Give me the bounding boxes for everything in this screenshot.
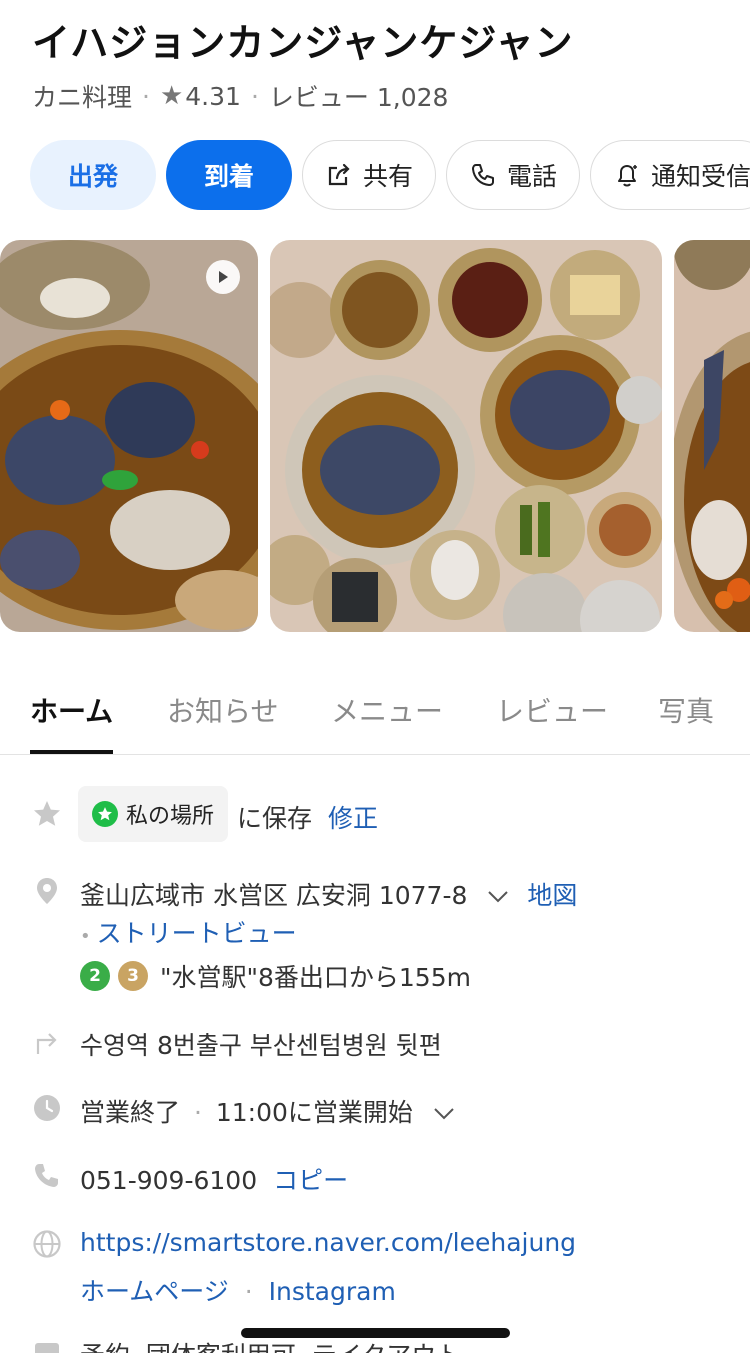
call-button[interactable]: 電話 [446,140,581,210]
tab-home[interactable]: ホーム [30,690,114,754]
chevron-down-icon[interactable] [487,890,509,904]
play-icon[interactable] [206,260,240,294]
subway-line-2-badge: 2 [80,961,110,991]
share-label: 共有 [363,162,414,191]
home-indicator[interactable] [241,1328,510,1338]
notify-button[interactable]: 通知受信 [590,140,750,210]
phone-number[interactable]: 051-909-6100 [80,1166,257,1195]
tab-notices[interactable]: お知らせ [167,690,278,753]
phone-row: 051-909-6100 コピー [80,1161,348,1197]
arrive-button[interactable]: 到着 [166,140,292,210]
street-view-link[interactable]: ストリートビュー [97,919,297,948]
web-links-row: ホームページ · Instagram [80,1277,396,1306]
clock-icon [34,1095,60,1121]
phone-icon [472,164,495,186]
chevron-down-icon[interactable] [433,1107,455,1121]
category-label: カニ料理 [32,83,133,112]
saved-list-name: 私の場所 [126,804,215,829]
website-url-link[interactable]: https://smartstore.naver.com/leehajung [80,1228,576,1257]
globe-icon [33,1230,61,1258]
star-icon: ★ [159,81,184,111]
map-link[interactable]: 地図 [527,881,577,910]
star-icon[interactable] [32,799,62,829]
location-pin-icon [37,878,57,904]
place-title: イハジョンカンジャンケジャン [32,21,574,65]
copy-button[interactable]: コピー [273,1166,348,1195]
tab-menu[interactable]: メニュー [331,690,443,753]
photo-crab-closeup[interactable] [674,240,750,632]
saved-place-chip[interactable]: 私の場所 [78,786,229,842]
notify-label: 通知受信 [651,162,750,191]
photo-table-spread[interactable] [270,240,662,632]
tab-bar: ホーム お知らせ メニュー レビュー 写真 [0,690,750,755]
business-status: 営業終了 [80,1098,181,1127]
bell-icon [618,165,638,187]
tab-photos[interactable]: 写真 [658,690,714,753]
directions-text: 수영역 8번출구 부산센텀병원 뒷편 [80,1031,442,1060]
saved-star-icon [92,801,118,827]
save-suffix: に保存 修正 [237,804,378,833]
transit-row: 2 3 "水営駅"8番出口から155m [80,958,471,994]
rating-value: 4.31 [185,81,241,111]
call-label: 電話 [507,162,558,191]
review-count-link[interactable]: レビュー 1,028 [269,78,449,114]
photo-video-crabs[interactable] [0,240,258,632]
place-summary: カニ料理 · ★ 4.31 · レビュー 1,028 [32,78,448,114]
transit-text: "水営駅"8番出口から155m [160,963,471,992]
action-bar: 出発 到着 共有 電話 通知受信 [30,140,750,210]
photo-carousel[interactable] [0,240,750,632]
turn-arrow-icon [36,1033,57,1054]
tab-reviews[interactable]: レビュー [496,690,608,753]
info-icon [35,1343,59,1353]
depart-button[interactable]: 出発 [30,140,156,210]
share-icon [328,163,350,186]
phone-icon [35,1164,58,1187]
edit-link[interactable]: 修正 [328,804,378,833]
hours-row[interactable]: 営業終了 · 11:00に営業開始 [80,1093,455,1129]
opening-time: 11:00に営業開始 [215,1098,413,1127]
address-text: 釜山広域市 水営区 広安洞 1077-8 [80,881,468,910]
street-view-row: • ストリートビュー [80,919,297,948]
share-button[interactable]: 共有 [302,140,437,210]
instagram-link[interactable]: Instagram [269,1277,396,1306]
homepage-link[interactable]: ホームページ [80,1277,229,1306]
subway-line-3-badge: 3 [118,961,148,991]
address-row: 釜山広域市 水営区 広安洞 1077-8 地図 [80,876,577,912]
services-text: 予約, 団体客利用可, テイクアウト [80,1336,461,1353]
